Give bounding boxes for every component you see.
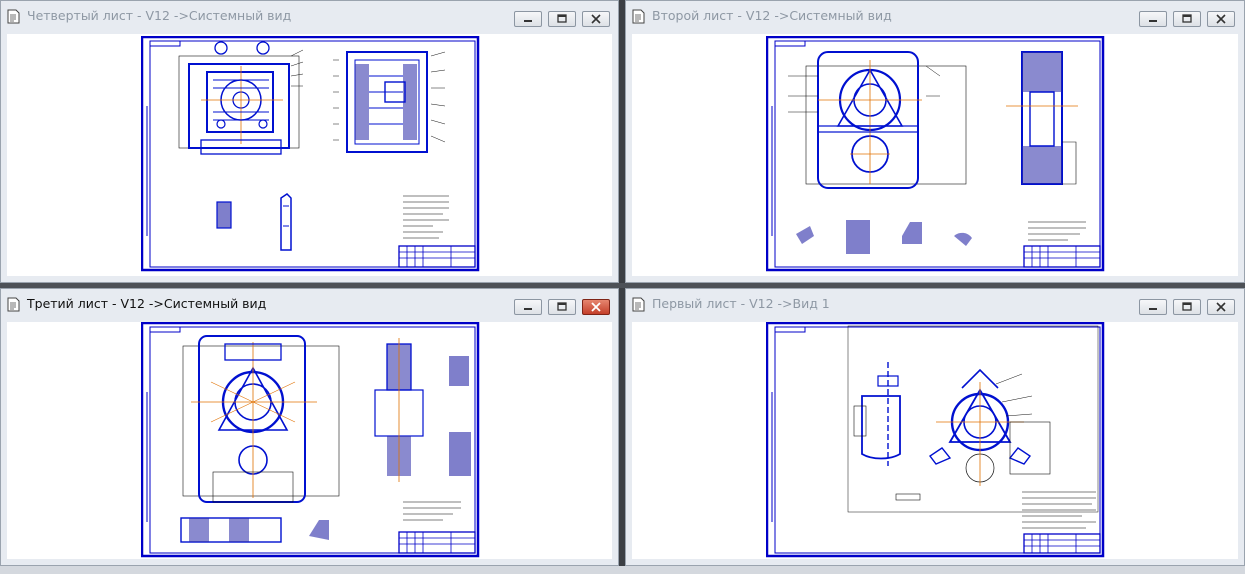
minimize-button[interactable] (1139, 11, 1167, 27)
drawing-sheet-2[interactable] (766, 36, 1106, 274)
maximize-button[interactable] (1173, 11, 1201, 27)
close-button[interactable] (582, 11, 610, 27)
maximize-icon (1182, 14, 1192, 23)
close-icon (1216, 14, 1226, 24)
minimize-icon (1149, 308, 1157, 310)
status-strip (0, 566, 1245, 574)
maximize-icon (557, 14, 567, 23)
window-sheet-4[interactable]: Четвертый лист - V12 ->Системный вид (0, 0, 619, 283)
minimize-icon (524, 308, 532, 310)
window-titlebar[interactable]: Третий лист - V12 ->Системный вид (1, 289, 618, 319)
window-title: Первый лист - V12 ->Вид 1 (652, 296, 830, 311)
drawing-sheet-4[interactable] (141, 36, 481, 274)
drawing-viewport[interactable] (7, 34, 612, 276)
window-title: Четвертый лист - V12 ->Системный вид (27, 8, 292, 23)
close-icon (1216, 302, 1226, 312)
maximize-icon (557, 302, 567, 311)
maximize-icon (1182, 302, 1192, 311)
drawing-sheet-3[interactable] (141, 322, 481, 559)
minimize-button[interactable] (514, 299, 542, 315)
maximize-button[interactable] (1173, 299, 1201, 315)
close-button[interactable] (582, 299, 610, 315)
minimize-icon (524, 20, 532, 22)
close-button[interactable] (1207, 299, 1235, 315)
minimize-button[interactable] (514, 11, 542, 27)
window-sheet-1[interactable]: Первый лист - V12 ->Вид 1 (625, 288, 1245, 566)
document-icon[interactable] (632, 297, 645, 312)
maximize-button[interactable] (548, 11, 576, 27)
window-sheet-3[interactable]: Третий лист - V12 ->Системный вид (0, 288, 619, 566)
drawing-viewport[interactable] (632, 322, 1238, 559)
close-button[interactable] (1207, 11, 1235, 27)
window-titlebar[interactable]: Первый лист - V12 ->Вид 1 (626, 289, 1244, 319)
close-icon (591, 14, 601, 24)
maximize-button[interactable] (548, 299, 576, 315)
close-icon (591, 302, 601, 312)
drawing-viewport[interactable] (7, 322, 612, 559)
document-icon[interactable] (632, 9, 645, 24)
drawing-sheet-1[interactable] (766, 322, 1106, 559)
window-titlebar[interactable]: Второй лист - V12 ->Системный вид (626, 1, 1244, 31)
window-titlebar[interactable]: Четвертый лист - V12 ->Системный вид (1, 1, 618, 31)
minimize-icon (1149, 20, 1157, 22)
document-icon[interactable] (7, 297, 20, 312)
document-icon[interactable] (7, 9, 20, 24)
window-title: Второй лист - V12 ->Системный вид (652, 8, 892, 23)
drawing-viewport[interactable] (632, 34, 1238, 276)
window-sheet-2[interactable]: Второй лист - V12 ->Системный вид (625, 0, 1245, 283)
window-title: Третий лист - V12 ->Системный вид (27, 296, 267, 311)
minimize-button[interactable] (1139, 299, 1167, 315)
